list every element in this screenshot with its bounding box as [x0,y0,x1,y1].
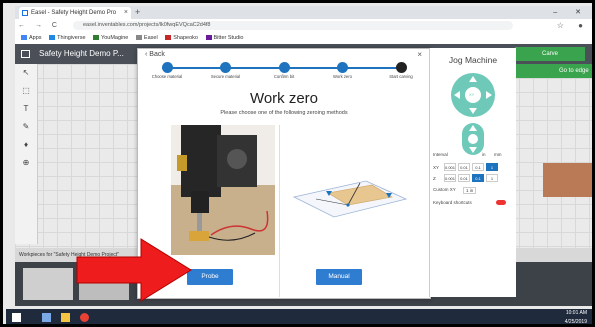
manual-zero-illustration [292,180,408,218]
new-tab-button[interactable]: + [135,6,140,19]
system-clock[interactable]: 10:01 AM 4/25/2019 [564,309,587,325]
interval-label: Interval [433,152,448,157]
text-tool-icon[interactable]: T [15,100,37,118]
step-dot [395,62,407,73]
close-icon[interactable]: × [417,50,422,59]
windows-start-icon[interactable] [12,313,21,322]
browser-tab-strip: Easel - Safety Height Demo Pro × + – ✕ [15,6,592,19]
jog-title: Jog Machine [448,55,498,65]
step-label: Start carving [389,74,413,79]
red-arrow-icon [76,238,192,302]
bookmark-youmagine[interactable]: YouMagine [93,35,128,41]
jog-machine-panel: Jog Machine XY Interval in mm XY Z 0.001… [429,48,516,297]
import-tool-icon[interactable]: ⊕ [15,154,37,172]
address-bar-row: ← → C easel.inventables.com/projects/lk0… [15,19,592,32]
interval-option[interactable]: 0.001 [444,174,456,182]
tab-title: Easel - Safety Height Demo Pro [31,10,117,16]
file-explorer-icon[interactable] [61,313,70,322]
manual-button[interactable]: Manual [316,269,362,285]
step-label: Work zero [332,74,352,79]
bookmark-thingiverse[interactable]: Thingiverse [49,35,86,41]
keyboard-shortcuts-label: Keyboard shortcuts [433,200,472,205]
apps-tool-icon[interactable]: ♦ [15,136,37,154]
nav-buttons[interactable]: ← → C [18,19,61,32]
bookmark-easel[interactable]: Easel [135,35,158,41]
screenshot-frame: Easel - Safety Height Demo Pro × + – ✕ ←… [0,0,595,327]
url-field[interactable]: easel.inventables.com/projects/lk0fwqEVQ… [73,21,513,30]
shape-tool-icon[interactable]: ⬚ [15,82,37,100]
step-dot [337,62,348,73]
interval-option[interactable]: 1 [486,174,498,182]
unit-in[interactable]: in [482,152,486,157]
xy-interval-label: XY [433,165,440,170]
bookmark-bitter-studio[interactable]: Bitter Studio [205,35,243,41]
interval-option[interactable]: 0.1 [472,163,484,171]
windows-taskbar: 10:01 AM 4/25/2019 [6,309,592,325]
address-bar-actions[interactable]: ☆ ● [557,19,589,32]
z-jog-pad[interactable] [461,122,485,156]
back-link[interactable]: ‹ Back [145,51,165,58]
search-icon[interactable] [42,313,51,322]
interval-option[interactable]: 0.01 [458,163,470,171]
interval-option[interactable]: 0.1 [472,174,484,182]
interval-option[interactable]: 1 [486,163,498,171]
step-dot [220,62,231,73]
go-to-edge-label[interactable]: Go to edge [559,64,589,78]
browser-tab[interactable]: Easel - Safety Height Demo Pro × [19,7,131,19]
dialog-subtitle: Please choose one of the following zeroi… [220,110,348,116]
custom-xy-input[interactable]: 1 in [463,187,477,194]
options-divider [279,125,280,297]
tab-close-icon[interactable]: × [124,7,128,19]
thingiverse-icon [49,35,56,41]
step-label: Confirm bit [273,74,295,79]
interval-option[interactable]: 0.001 [444,163,456,171]
workpiece-thumbnail[interactable] [23,268,73,300]
keyboard-shortcuts-toggle[interactable] [496,200,506,205]
pen-tool-icon[interactable]: ✎ [15,118,37,136]
probe-photo [171,125,275,255]
select-tool-icon[interactable]: ↖ [15,64,37,82]
carve-button[interactable]: Carve [515,47,585,61]
dialog-title: Work zero [249,90,319,107]
step-dot [161,62,173,73]
step-label: Choose material [151,74,183,79]
apps-icon [21,35,27,41]
chrome-icon[interactable] [80,313,89,322]
bookmark-apps[interactable]: Apps [21,35,42,41]
step-dot [278,62,290,73]
easel-favicon-icon [22,10,28,16]
project-title: Safety Height Demo P... [39,49,124,58]
youmagine-icon [93,35,100,41]
bookmark-shapeoko[interactable]: Shapeoko [165,35,198,41]
clock-date: 4/25/2019 [564,319,587,325]
unit-mm[interactable]: mm [494,152,502,157]
shapeoko-icon [165,35,172,41]
left-toolbar: ↖ ⬚ T ✎ ♦ ⊕ [15,64,38,244]
project-icon [21,50,30,58]
step-label: Secure material [210,74,241,79]
xy-home-label[interactable]: XY [469,92,474,97]
z-interval-label: Z [433,176,436,181]
material-preview [543,163,592,197]
clock-time: 10:01 AM [565,310,587,316]
custom-xy-label: Custom XY [433,187,456,192]
bitter-studio-icon [205,35,212,41]
interval-option[interactable]: 0.01 [458,174,470,182]
probe-button[interactable]: Probe [187,269,233,285]
canvas-toolbar: Go to edge [515,64,592,78]
window-controls[interactable]: – ✕ [553,6,589,19]
easel-icon [135,35,142,41]
